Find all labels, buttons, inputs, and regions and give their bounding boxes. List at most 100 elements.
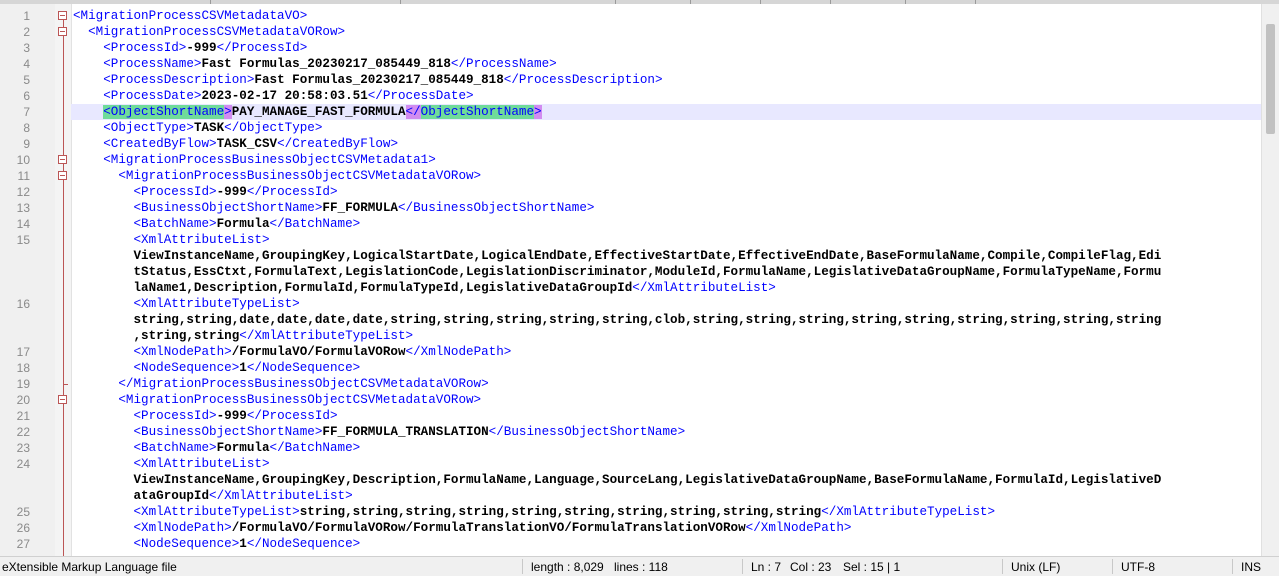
code-line[interactable]: <BatchName>Formula</BatchName> bbox=[71, 216, 1261, 232]
xml-tag: </BatchName> bbox=[269, 441, 361, 455]
code-line-text: ,string,string</XmlAttributeTypeList> bbox=[73, 328, 413, 344]
xml-value: ,string,string bbox=[133, 329, 240, 343]
line-number: 6 bbox=[23, 89, 30, 103]
xml-tag: <ProcessName> bbox=[103, 57, 202, 71]
code-line-wrap[interactable]: string,string,date,date,date,date,string… bbox=[71, 312, 1261, 328]
code-line[interactable]: <ObjectShortName>PAY_MANAGE_FAST_FORMULA… bbox=[71, 104, 1261, 120]
code-line[interactable]: <NodeSequence>1</NodeSequence> bbox=[71, 360, 1261, 376]
code-line-text: tStatus,EssCtxt,FormulaText,LegislationC… bbox=[73, 264, 1161, 280]
code-line-text: <CreatedByFlow>TASK_CSV</CreatedByFlow> bbox=[73, 136, 398, 152]
xml-value: 1 bbox=[239, 537, 247, 551]
status-encoding[interactable]: UTF-8 bbox=[1121, 560, 1155, 574]
xml-tag: <ObjectType> bbox=[103, 121, 194, 135]
xml-tag: ObjectShortName bbox=[420, 105, 535, 119]
code-line-text: <BusinessObjectShortName>FF_FORMULA</Bus… bbox=[73, 200, 594, 216]
xml-value: Formula bbox=[216, 441, 270, 455]
code-line-wrap[interactable]: laName1,Description,FormulaId,FormulaTyp… bbox=[71, 280, 1261, 296]
xml-tag: </ObjectType> bbox=[224, 121, 323, 135]
fold-toggle-icon[interactable] bbox=[58, 171, 67, 180]
line-number: 18 bbox=[16, 361, 30, 375]
fold-toggle-icon[interactable] bbox=[58, 155, 67, 164]
code-line-text: <XmlNodePath>/FormulaVO/FormulaVORow</Xm… bbox=[73, 344, 511, 360]
xml-tag: <ProcessId> bbox=[103, 41, 187, 55]
code-editor[interactable]: 1 2 3 4 5 6 7 8 9 10 11 12 13 14 15 16 17 18 19 20 21 22 23 24 2… bbox=[0, 4, 1279, 556]
code-line[interactable]: <XmlAttributeList> bbox=[71, 456, 1261, 472]
code-line[interactable]: <XmlNodePath>/FormulaVO/FormulaVORow/For… bbox=[71, 520, 1261, 536]
code-line-text: <XmlNodePath>/FormulaVO/FormulaVORow/For… bbox=[73, 520, 851, 536]
code-line[interactable]: <XmlNodePath>/FormulaVO/FormulaVORow</Xm… bbox=[71, 344, 1261, 360]
code-line[interactable]: <XmlAttributeList> bbox=[71, 232, 1261, 248]
code-line[interactable]: <ProcessName>Fast Formulas_20230217_0854… bbox=[71, 56, 1261, 72]
code-line-text: <XmlAttributeTypeList>string,string,stri… bbox=[73, 504, 995, 520]
code-line[interactable]: <MigrationProcessBusinessObjectCSVMetada… bbox=[71, 168, 1261, 184]
code-line-wrap[interactable]: ,string,string</XmlAttributeTypeList> bbox=[71, 328, 1261, 344]
line-number: 3 bbox=[23, 41, 30, 55]
code-line-text: <NodeSequence>1</NodeSequence> bbox=[73, 536, 360, 552]
code-line[interactable]: <XmlAttributeTypeList> bbox=[71, 296, 1261, 312]
xml-tag: <MigrationProcessBusinessObjectCSVMetada… bbox=[118, 169, 482, 183]
code-line[interactable]: <ProcessDate>2023-02-17 20:58:03.51</Pro… bbox=[71, 88, 1261, 104]
code-line[interactable]: <XmlAttributeTypeList>string,string,stri… bbox=[71, 504, 1261, 520]
xml-value: Fast Formulas_20230217_085449_818 bbox=[254, 73, 504, 87]
code-line[interactable]: <ProcessId>-999</ProcessId> bbox=[71, 184, 1261, 200]
xml-tag: <BusinessObjectShortName> bbox=[133, 425, 323, 439]
code-line[interactable]: <BusinessObjectShortName>FF_FORMULA</Bus… bbox=[71, 200, 1261, 216]
code-line[interactable]: <MigrationProcessBusinessObjectCSVMetada… bbox=[71, 392, 1261, 408]
xml-tag: <XmlAttributeTypeList> bbox=[133, 297, 300, 311]
xml-value: 2023-02-17 20:58:03.51 bbox=[201, 89, 368, 103]
xml-value: /FormulaVO/FormulaVORow/FormulaTranslati… bbox=[231, 521, 746, 535]
line-number: 17 bbox=[16, 345, 30, 359]
code-line[interactable]: <NodeSequence>1</NodeSequence> bbox=[71, 536, 1261, 552]
xml-value: string,string,string,string,string,strin… bbox=[299, 505, 822, 519]
xml-tag: </ProcessName> bbox=[450, 57, 557, 71]
code-line[interactable]: </MigrationProcessBusinessObjectCSVMetad… bbox=[71, 376, 1261, 392]
code-line-wrap[interactable]: ataGroupId</XmlAttributeList> bbox=[71, 488, 1261, 504]
xml-value: 1 bbox=[239, 361, 247, 375]
code-line[interactable]: <CreatedByFlow>TASK_CSV</CreatedByFlow> bbox=[71, 136, 1261, 152]
code-line[interactable]: <MigrationProcessCSVMetadataVORow> bbox=[71, 24, 1261, 40]
code-line-wrap[interactable]: ViewInstanceName,GroupingKey,Description… bbox=[71, 472, 1261, 488]
fold-toggle-icon[interactable] bbox=[58, 11, 67, 20]
fold-toggle-icon[interactable] bbox=[58, 27, 67, 36]
code-line[interactable]: <MigrationProcessBusinessObjectCSVMetada… bbox=[71, 152, 1261, 168]
code-line[interactable]: <MigrationProcessCSVMetadataVO> bbox=[71, 8, 1261, 24]
code-line-text: <ProcessId>-999</ProcessId> bbox=[73, 408, 337, 424]
xml-tag: <ProcessId> bbox=[133, 409, 217, 423]
xml-value: TASK_CSV bbox=[216, 137, 278, 151]
code-line[interactable]: <BatchName>Formula</BatchName> bbox=[71, 440, 1261, 456]
code-line-text: <MigrationProcessBusinessObjectCSVMetada… bbox=[73, 168, 481, 184]
xml-tag: </NodeSequence> bbox=[246, 361, 361, 375]
fold-toggle-icon[interactable] bbox=[58, 395, 67, 404]
xml-tag: <ProcessId> bbox=[133, 185, 217, 199]
status-insert-mode[interactable]: INS bbox=[1241, 560, 1261, 574]
line-number: 25 bbox=[16, 505, 30, 519]
scrollbar-thumb[interactable] bbox=[1266, 24, 1275, 134]
status-eol-format[interactable]: Unix (LF) bbox=[1011, 560, 1060, 574]
code-line-text: <MigrationProcessBusinessObjectCSVMetada… bbox=[73, 152, 436, 168]
code-line-text: <XmlAttributeTypeList> bbox=[73, 296, 300, 312]
code-line[interactable]: <ProcessDescription>Fast Formulas_202302… bbox=[71, 72, 1261, 88]
code-line[interactable]: <ProcessId>-999</ProcessId> bbox=[71, 408, 1261, 424]
xml-value: tStatus,EssCtxt,FormulaText,LegislationC… bbox=[133, 265, 1162, 279]
xml-tag: </ProcessId> bbox=[216, 41, 308, 55]
code-line[interactable]: <ProcessId>-999</ProcessId> bbox=[71, 40, 1261, 56]
code-line[interactable]: <BusinessObjectShortName>FF_FORMULA_TRAN… bbox=[71, 424, 1261, 440]
code-line-text: <ProcessName>Fast Formulas_20230217_0854… bbox=[73, 56, 557, 72]
code-line-wrap[interactable]: tStatus,EssCtxt,FormulaText,LegislationC… bbox=[71, 264, 1261, 280]
vertical-scrollbar[interactable] bbox=[1261, 4, 1279, 556]
code-line[interactable]: <ObjectType>TASK</ObjectType> bbox=[71, 120, 1261, 136]
xml-tag: </ProcessId> bbox=[246, 185, 338, 199]
code-line-wrap[interactable]: ViewInstanceName,GroupingKey,LogicalStar… bbox=[71, 248, 1261, 264]
line-number: 27 bbox=[16, 537, 30, 551]
xml-tag: <ProcessDescription> bbox=[103, 73, 255, 87]
